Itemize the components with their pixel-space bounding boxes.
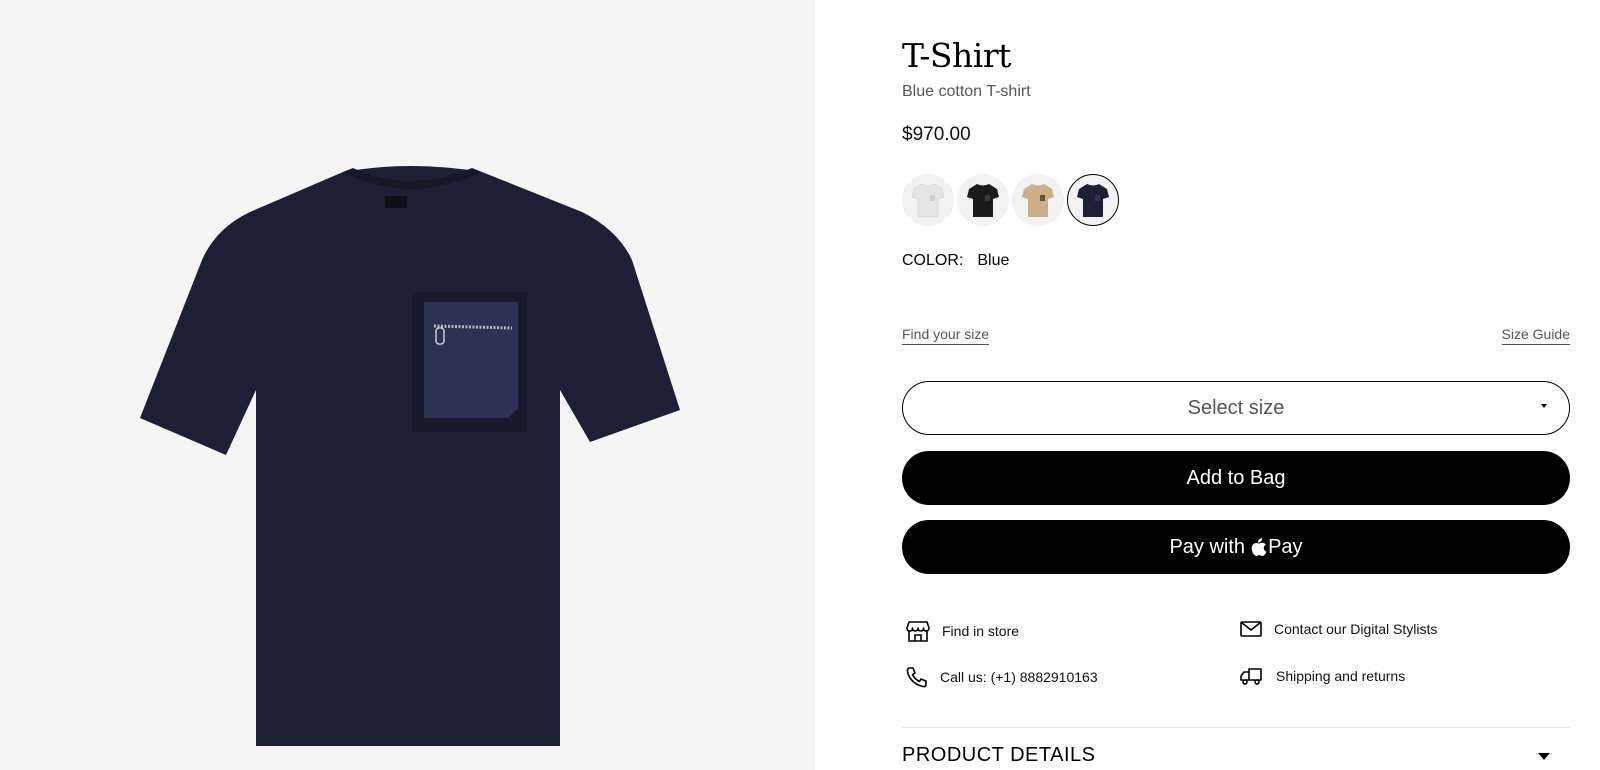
find-in-store-label: Find in store: [942, 623, 1020, 639]
beige-tshirt-thumbnail: [1022, 184, 1054, 217]
divider: [902, 727, 1570, 728]
add-to-bag-label: Add to Bag: [1186, 466, 1286, 489]
caret-down-icon: [1538, 753, 1550, 760]
color-value: Blue: [977, 252, 1010, 269]
swatch-beige[interactable]: [1012, 174, 1064, 226]
contact-stylists-link[interactable]: Contact our Digital Stylists: [1240, 620, 1437, 638]
product-details-toggle[interactable]: PRODUCT DETAILS: [902, 744, 1570, 767]
product-info-panel: T-Shirt Blue cotton T-shirt $970.00 COLO…: [902, 0, 1570, 770]
shipping-returns-link[interactable]: Shipping and returns: [1240, 666, 1405, 686]
color-row: COLOR: Blue: [902, 252, 1009, 270]
breadcrumb-fragment: · · · · · · · · · · · · · · · · · · · · …: [18, 0, 158, 4]
color-swatches: [902, 174, 1119, 226]
blue-tshirt-thumbnail: [1077, 184, 1109, 217]
apple-logo-icon: [1251, 538, 1267, 556]
pay-with-label: Pay with: [1169, 535, 1246, 558]
product-image-panel: · · · · · · · · · · · · · · · · · · · · …: [0, 0, 815, 770]
apple-pay-brand-label: Pay: [1268, 535, 1303, 558]
shipping-returns-label: Shipping and returns: [1276, 668, 1406, 684]
product-image[interactable]: [120, 150, 700, 750]
select-size-dropdown[interactable]: Select size: [902, 381, 1570, 435]
apple-pay-button[interactable]: Pay with Pay: [902, 520, 1570, 574]
add-to-bag-button[interactable]: Add to Bag: [902, 451, 1570, 505]
product-subtitle: Blue cotton T-shirt: [902, 83, 1031, 100]
product-title: T-Shirt: [902, 36, 1011, 75]
call-us-label: Call us: (+1) 8882910163: [940, 669, 1098, 685]
product-price: $970.00: [902, 124, 971, 145]
tshirt-body-shape: [140, 166, 680, 746]
size-guide-link[interactable]: Size Guide: [1501, 326, 1570, 345]
find-in-store-link[interactable]: Find in store: [906, 620, 1019, 642]
find-your-size-link[interactable]: Find your size: [902, 326, 990, 345]
phone-icon: [906, 667, 927, 688]
truck-icon: [1240, 668, 1262, 685]
select-size-label: Select size: [1187, 396, 1285, 419]
swatch-blue[interactable]: [1067, 174, 1119, 226]
color-label: COLOR:: [902, 252, 964, 269]
swatch-black[interactable]: [957, 174, 1009, 226]
white-tshirt-thumbnail: [911, 183, 945, 218]
caret-down-icon: [1541, 404, 1547, 408]
pocket-shape: [424, 302, 518, 418]
call-us-link[interactable]: Call us: (+1) 8882910163: [906, 666, 1098, 688]
black-tshirt-thumbnail: [967, 184, 999, 217]
contact-stylists-label: Contact our Digital Stylists: [1274, 621, 1438, 637]
swatch-white[interactable]: [902, 174, 954, 226]
tshirt-label: [385, 196, 407, 208]
store-icon: [906, 621, 930, 642]
mail-icon: [1240, 621, 1262, 637]
product-details-label: PRODUCT DETAILS: [902, 744, 1096, 766]
